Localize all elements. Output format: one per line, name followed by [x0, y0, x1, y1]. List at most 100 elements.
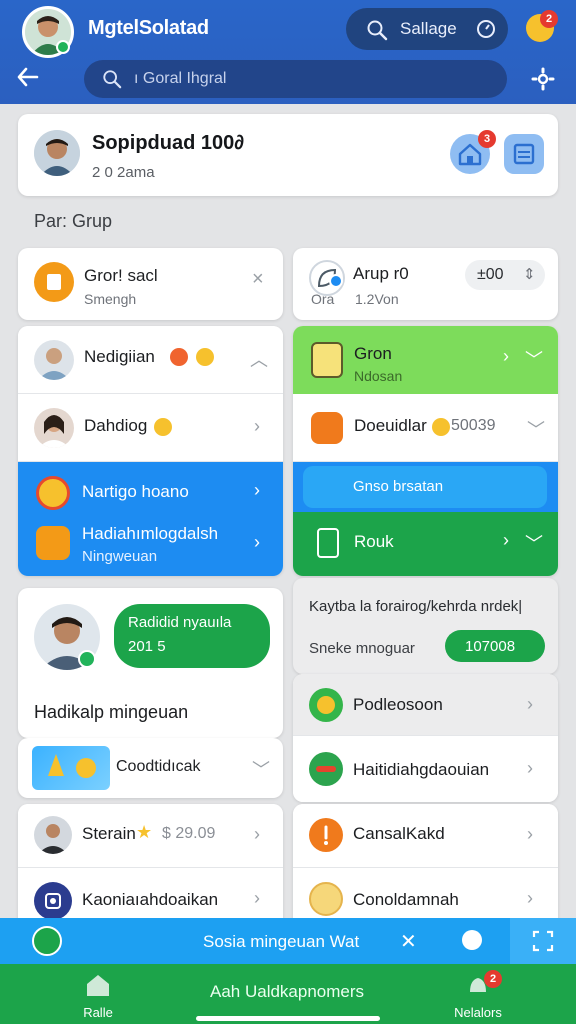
- smile-icon: [196, 348, 214, 366]
- chevron-right-icon[interactable]: ›: [254, 480, 260, 501]
- list-item[interactable]: Dahdiog ›: [18, 394, 283, 462]
- arup-card[interactable]: Arup r0 Ora 1.2Von ±00 ⇕: [293, 248, 558, 320]
- globe-icon[interactable]: [32, 926, 62, 956]
- back-arrow-icon[interactable]: [16, 66, 44, 90]
- feature-card: Kaytba la forairog/kehrda nrdek| Sneke m…: [293, 578, 558, 674]
- home-indicator[interactable]: [196, 1016, 380, 1021]
- chevron-up-icon[interactable]: ︿: [250, 346, 268, 372]
- nav-home[interactable]: Ralle: [70, 972, 126, 1020]
- inbox-icon: [513, 143, 535, 165]
- highlight-item-title[interactable]: Hadiahımlogdalsh: [82, 524, 218, 544]
- list-item-sub: Ndosan: [354, 368, 403, 384]
- chevron-right-icon[interactable]: ›: [527, 888, 533, 909]
- right-bottom-list: CansalKakd › Conoldamnah ›: [293, 804, 558, 934]
- notification-badge: 2: [540, 10, 558, 28]
- right-lower-list: Podleosoon › Haitidiahgdaouian ›: [293, 674, 558, 802]
- highlight-item-sub: Ningweuan: [82, 548, 158, 565]
- group-subtitle: Smengh: [84, 291, 137, 320]
- nav-center-label[interactable]: Aah Ualdkapnomers: [210, 982, 364, 1002]
- group-card[interactable]: Gror! sacl Smengh ×: [18, 248, 283, 320]
- chevron-right-icon[interactable]: ›: [254, 888, 260, 909]
- list-item[interactable]: Haitidiahgdaouian ›: [293, 736, 558, 802]
- profile-card[interactable]: Sopipduad 100∂ 2 0 2ama 3: [18, 114, 558, 196]
- list-item-title: Podleosoon: [353, 695, 443, 714]
- chevron-right-icon[interactable]: ›: [503, 530, 509, 551]
- group-section-label: Par: Grup: [34, 211, 113, 231]
- action-strip-label[interactable]: Sosia mingeuan Wat: [203, 932, 359, 952]
- highlight-block: Nartigo hoano › Hadiahımlogdalsh Ningweu…: [18, 462, 283, 576]
- orange-app-icon: [311, 412, 343, 444]
- top-app-bar: MgtelSolatad Sallage 2: [0, 0, 576, 104]
- gift-icon: [309, 882, 343, 916]
- inbox-button[interactable]: [504, 134, 544, 174]
- action-strip: Sosia mingeuan Wat ✕: [0, 918, 576, 964]
- puzzle-icon: [36, 526, 70, 560]
- app-title: MgtelSolatad: [88, 17, 209, 39]
- promo-pill-button[interactable]: Radidid nyauıla 201 5: [114, 604, 270, 668]
- list-item[interactable]: Gron Ndosan › ﹀: [293, 326, 558, 394]
- verified-badge: [329, 274, 343, 288]
- chevron-right-icon[interactable]: ›: [527, 758, 533, 779]
- star-badge-icon: [36, 476, 70, 510]
- settings-icon[interactable]: [530, 66, 556, 92]
- list-item-value: 50039: [451, 417, 496, 434]
- search-icon: [103, 70, 122, 89]
- list-item-title: Nedigiian: [84, 347, 155, 366]
- top-search-button[interactable]: Sallage: [346, 8, 508, 50]
- gnso-button[interactable]: Gnso brsatan: [303, 466, 547, 508]
- list-item-title: Gron: [354, 344, 392, 363]
- list-item-title: CansalKakd: [353, 824, 445, 843]
- chevron-right-icon[interactable]: ›: [254, 532, 260, 553]
- shield-icon: [311, 342, 343, 378]
- share-icon[interactable]: ✕: [400, 929, 417, 954]
- chevron-down-icon[interactable]: ﹀: [525, 346, 543, 372]
- star-icon: ★: [136, 822, 153, 842]
- list-item[interactable]: Nedigiian ︿: [18, 326, 283, 394]
- promo-pill-line2: 201 5: [128, 638, 166, 655]
- chevron-right-icon[interactable]: ›: [254, 824, 260, 845]
- list-item[interactable]: Podleosoon ›: [293, 674, 558, 736]
- profile-name: Sopipduad 100∂: [92, 132, 245, 154]
- highlight-title[interactable]: Nartigo hoano: [82, 482, 189, 502]
- chevron-right-icon[interactable]: ›: [254, 416, 260, 437]
- smile-icon: [154, 418, 172, 436]
- feature-value: 107008: [465, 638, 516, 655]
- list-item[interactable]: Sterain ★ $ 29.09 ›: [18, 804, 283, 868]
- arup-stepper[interactable]: ±00 ⇕: [465, 260, 545, 290]
- online-status-dot: [56, 40, 70, 54]
- chevron-right-icon[interactable]: ›: [527, 694, 533, 715]
- smile-icon: [432, 418, 450, 436]
- close-icon[interactable]: ×: [252, 268, 264, 291]
- list-item: Gnso brsatan: [293, 462, 558, 512]
- list-item[interactable]: CansalKakd ›: [293, 804, 558, 868]
- promo-pill-line1: Radidid nyauıla: [128, 614, 232, 631]
- chevron-down-icon[interactable]: ﹀: [525, 530, 543, 556]
- chevron-down-icon[interactable]: ﹀: [252, 756, 270, 782]
- arup-stepper-value: ±00: [477, 266, 504, 283]
- chevron-right-icon[interactable]: ›: [503, 346, 509, 367]
- chevron-down-icon[interactable]: ﹀: [527, 416, 545, 442]
- list-item[interactable]: Coodtidıcak ﹀: [18, 738, 283, 798]
- arup-sub-a: Ora: [311, 291, 335, 307]
- search-input[interactable]: [134, 68, 494, 90]
- promo-caption: Hadikalp mingeuan: [34, 702, 189, 722]
- list-item-title: Rouk: [354, 532, 394, 551]
- camera-icon: [34, 882, 72, 920]
- list-item[interactable]: Rouk › ﹀: [293, 512, 558, 576]
- arup-sub-b: 1.2Von: [355, 291, 399, 307]
- game-thumbnail: [32, 746, 110, 790]
- list-item[interactable]: Doeuidlar 50039 ﹀: [293, 394, 558, 462]
- avatar: [34, 408, 74, 448]
- list-item-value: $ 29.09: [162, 825, 216, 842]
- top-search-label: Sallage: [400, 19, 457, 38]
- home-badge: 3: [478, 130, 496, 148]
- chevron-right-icon[interactable]: ›: [527, 824, 533, 845]
- home-icon: [87, 975, 109, 996]
- search-bar[interactable]: [84, 60, 507, 98]
- feature-value-button[interactable]: 107008: [445, 630, 545, 662]
- scan-button[interactable]: [510, 918, 576, 964]
- record-icon[interactable]: [462, 930, 482, 950]
- sort-icon[interactable]: ⇕: [523, 265, 536, 283]
- profile-subtitle: 2 0 2ama: [92, 164, 155, 181]
- alert-icon: [309, 818, 343, 852]
